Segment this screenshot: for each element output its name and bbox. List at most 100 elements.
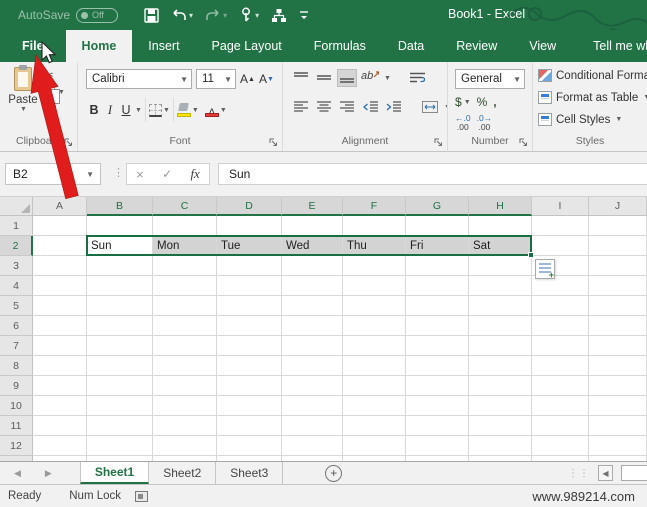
- cell-A12[interactable]: [33, 436, 87, 456]
- row-header-12[interactable]: 12: [0, 436, 33, 456]
- accounting-dropdown-icon[interactable]: ▼: [464, 99, 471, 106]
- fill-color-dropdown-icon[interactable]: ▼: [192, 107, 199, 114]
- row-header-9[interactable]: 9: [0, 376, 33, 396]
- cell-G1[interactable]: [406, 216, 469, 236]
- cell-E7[interactable]: [282, 336, 343, 356]
- cell-G11[interactable]: [406, 416, 469, 436]
- tab-splitter-icon[interactable]: ⋮⋮: [568, 468, 590, 479]
- decrease-font-size-button[interactable]: A▼: [259, 72, 274, 86]
- name-box[interactable]: B2 ▼: [5, 163, 101, 185]
- cell-I9[interactable]: [532, 376, 589, 396]
- cell-D4[interactable]: [217, 276, 282, 296]
- cell-J8[interactable]: [589, 356, 647, 376]
- cell-I10[interactable]: [532, 396, 589, 416]
- tab-view[interactable]: View: [513, 30, 572, 62]
- hscroll-left-icon[interactable]: ◀: [598, 465, 613, 481]
- cell-J4[interactable]: [589, 276, 647, 296]
- row-header-6[interactable]: 6: [0, 316, 33, 336]
- middle-align-button[interactable]: [314, 69, 334, 87]
- cell-F11[interactable]: [343, 416, 406, 436]
- borders-dropdown-icon[interactable]: ▼: [163, 107, 170, 114]
- cell-J12[interactable]: [589, 436, 647, 456]
- cell-C5[interactable]: [153, 296, 217, 316]
- cell-G8[interactable]: [406, 356, 469, 376]
- cell-I7[interactable]: [532, 336, 589, 356]
- cell-F3[interactable]: [343, 256, 406, 276]
- cell-F6[interactable]: [343, 316, 406, 336]
- cell-A6[interactable]: [33, 316, 87, 336]
- font-color-dropdown-icon[interactable]: ▼: [220, 107, 227, 114]
- cell-F5[interactable]: [343, 296, 406, 316]
- cell-C4[interactable]: [153, 276, 217, 296]
- underline-button[interactable]: U: [118, 103, 134, 117]
- cell-E12[interactable]: [282, 436, 343, 456]
- cell-B6[interactable]: [87, 316, 153, 336]
- cell-J6[interactable]: [589, 316, 647, 336]
- cell-C6[interactable]: [153, 316, 217, 336]
- cell-B10[interactable]: [87, 396, 153, 416]
- cell-C11[interactable]: [153, 416, 217, 436]
- cell-styles-button[interactable]: Cell Styles ▼: [538, 113, 622, 126]
- clipboard-dialog-launcher[interactable]: [64, 138, 73, 147]
- font-name-select[interactable]: Calibri ▼: [86, 69, 192, 89]
- formula-input[interactable]: Sun: [218, 163, 647, 185]
- cell-F12[interactable]: [343, 436, 406, 456]
- customize-qat-button[interactable]: [295, 8, 313, 22]
- conditional-formatting-button[interactable]: Conditional Forma: [538, 69, 647, 82]
- decrease-decimal-button[interactable]: .0→.00: [477, 114, 493, 132]
- cell-G10[interactable]: [406, 396, 469, 416]
- cell-D2[interactable]: Tue: [217, 236, 282, 256]
- tab-review[interactable]: Review: [440, 30, 513, 62]
- row-header-3[interactable]: 3: [0, 256, 33, 276]
- sheet-tab-sheet3[interactable]: Sheet3: [216, 462, 283, 484]
- cell-J11[interactable]: [589, 416, 647, 436]
- cell-H12[interactable]: [469, 436, 532, 456]
- cell-J9[interactable]: [589, 376, 647, 396]
- cell-C9[interactable]: [153, 376, 217, 396]
- cell-A9[interactable]: [33, 376, 87, 396]
- column-header-H[interactable]: H: [469, 197, 532, 216]
- cell-E2[interactable]: Wed: [282, 236, 343, 256]
- orientation-dropdown-icon[interactable]: ▼: [384, 75, 391, 82]
- wrap-text-button[interactable]: [408, 69, 428, 87]
- cell-H2[interactable]: Sat: [469, 236, 532, 256]
- column-header-B[interactable]: B: [87, 197, 153, 216]
- column-header-D[interactable]: D: [217, 197, 282, 216]
- cell-H11[interactable]: [469, 416, 532, 436]
- cell-B11[interactable]: [87, 416, 153, 436]
- redo-button[interactable]: ▾: [201, 7, 231, 24]
- center-button[interactable]: [314, 98, 334, 116]
- cell-G12[interactable]: [406, 436, 469, 456]
- row-header-5[interactable]: 5: [0, 296, 33, 316]
- cell-E11[interactable]: [282, 416, 343, 436]
- cell-F8[interactable]: [343, 356, 406, 376]
- cell-C3[interactable]: [153, 256, 217, 276]
- fill-handle[interactable]: [528, 252, 534, 258]
- cell-F9[interactable]: [343, 376, 406, 396]
- enter-button[interactable]: ✓: [162, 167, 172, 181]
- cell-C12[interactable]: [153, 436, 217, 456]
- cell-D3[interactable]: [217, 256, 282, 276]
- tab-page-layout[interactable]: Page Layout: [196, 30, 298, 62]
- cell-G5[interactable]: [406, 296, 469, 316]
- cell-D6[interactable]: [217, 316, 282, 336]
- underline-dropdown-icon[interactable]: ▼: [135, 107, 142, 114]
- comma-style-button[interactable]: ,: [493, 95, 496, 109]
- cell-C10[interactable]: [153, 396, 217, 416]
- cell-B12[interactable]: [87, 436, 153, 456]
- autosave-pill[interactable]: Off: [76, 8, 118, 23]
- cell-B3[interactable]: [87, 256, 153, 276]
- sheet-tab-sheet1[interactable]: Sheet1: [80, 462, 149, 484]
- bottom-align-button[interactable]: [337, 69, 357, 87]
- increase-font-size-button[interactable]: A▲: [240, 72, 255, 86]
- column-header-C[interactable]: C: [153, 197, 217, 216]
- row-header-4[interactable]: 4: [0, 276, 33, 296]
- cell-H6[interactable]: [469, 316, 532, 336]
- cell-B1[interactable]: [87, 216, 153, 236]
- column-header-G[interactable]: G: [406, 197, 469, 216]
- column-header-J[interactable]: J: [589, 197, 647, 216]
- hscroll-thumb[interactable]: [621, 465, 647, 481]
- top-align-button[interactable]: [291, 69, 311, 87]
- font-dialog-launcher[interactable]: [269, 138, 278, 147]
- cell-D8[interactable]: [217, 356, 282, 376]
